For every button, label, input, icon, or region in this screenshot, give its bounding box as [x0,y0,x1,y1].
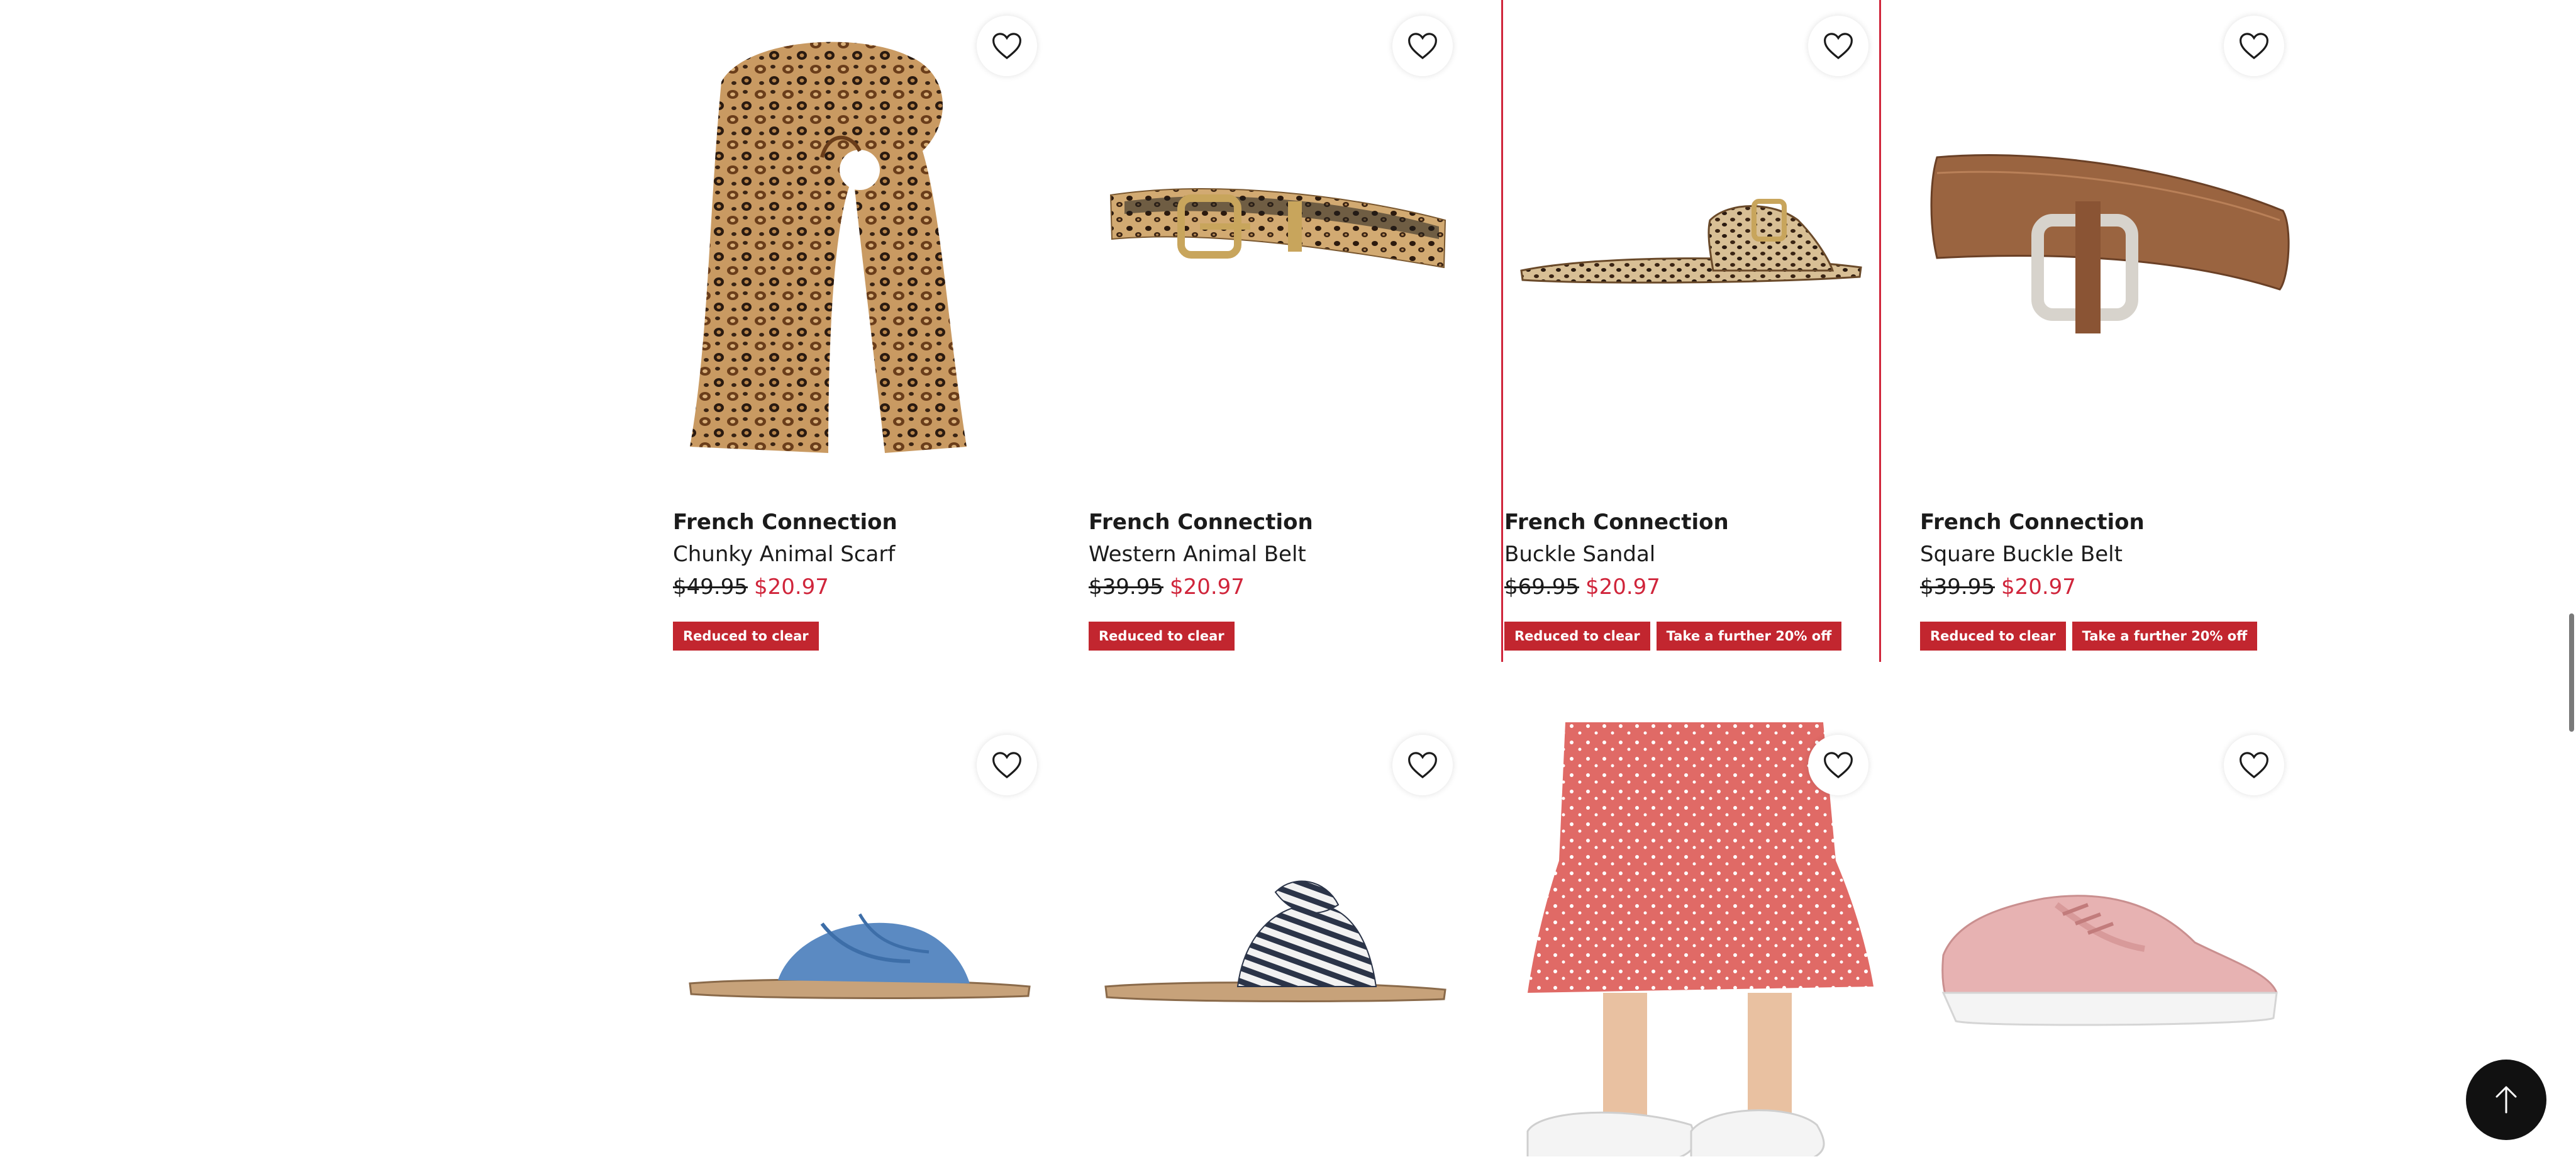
product-brand[interactable]: French Connection [1089,507,1466,537]
now-price: $20.97 [1169,574,1245,600]
product-image-leopard-belt[interactable] [1087,13,1464,466]
reduced-to-clear-badge: Reduced to clear [1089,622,1235,651]
product-brand[interactable]: French Connection [673,507,1050,537]
was-price: $49.95 [673,574,748,600]
further-discount-badge: Take a further 20% off [2072,622,2258,651]
badge-group: Reduced to clear Take a further 20% off [1920,622,2258,651]
favorite-button[interactable] [2224,735,2284,795]
product-brand[interactable]: French Connection [1920,507,2297,537]
product-image-buckle-sandal[interactable] [1502,13,1880,466]
heart-outline-icon [1408,752,1437,779]
reduced-to-clear-badge: Reduced to clear [1920,622,2066,651]
was-price: $39.95 [1089,574,1163,600]
product-price: $49.95 $20.97 [673,571,1050,603]
heart-outline-icon [1824,752,1853,779]
heart-outline-icon [2240,33,2268,60]
product-name[interactable]: Buckle Sandal [1504,537,1882,571]
favorite-button[interactable] [1392,16,1453,76]
product-info: French Connection Buckle Sandal $69.95 $2… [1504,507,1882,603]
product-image-striped-slide[interactable] [1087,735,1464,1169]
product-name[interactable]: Square Buckle Belt [1920,537,2297,571]
heart-outline-icon [1824,33,1853,60]
now-price: $20.97 [2001,574,2076,600]
product-brand[interactable]: French Connection [1504,507,1882,537]
favorite-button[interactable] [977,16,1037,76]
product-grid: French Connection Chunky Animal Scarf $4… [671,0,2290,1169]
product-info: French Connection Western Animal Belt $3… [1089,507,1466,603]
was-price: $39.95 [1920,574,1995,600]
product-info: French Connection Chunky Animal Scarf $4… [673,507,1050,603]
favorite-button[interactable] [977,735,1037,795]
product-image-denim-slide[interactable] [671,735,1048,1169]
product-image-pink-sneaker[interactable] [1918,735,2296,1169]
heart-outline-icon [992,33,1021,60]
product-name[interactable]: Western Animal Belt [1089,537,1466,571]
badge-group: Reduced to clear Take a further 20% off [1504,622,1842,651]
page-scrollbar[interactable] [2567,0,2576,1169]
was-price: $69.95 [1504,574,1579,600]
further-discount-badge: Take a further 20% off [1656,622,1842,651]
reduced-to-clear-badge: Reduced to clear [1504,622,1650,651]
now-price: $20.97 [1585,574,1660,600]
back-to-top-button[interactable] [2466,1060,2546,1140]
product-info: French Connection Square Buckle Belt $39… [1920,507,2297,603]
product-price: $39.95 $20.97 [1089,571,1466,603]
product-name[interactable]: Chunky Animal Scarf [673,537,1050,571]
now-price: $20.97 [753,574,829,600]
favorite-button[interactable] [1808,16,1868,76]
product-image-brown-belt[interactable] [1918,13,2296,466]
reduced-to-clear-badge: Reduced to clear [673,622,819,651]
favorite-button[interactable] [2224,16,2284,76]
heart-outline-icon [992,752,1021,779]
product-image-leopard-scarf[interactable] [671,13,1048,466]
product-price: $69.95 $20.97 [1504,571,1882,603]
scrollbar-thumb[interactable] [2569,613,2574,732]
favorite-button[interactable] [1808,735,1868,795]
heart-outline-icon [2240,752,2268,779]
badge-group: Reduced to clear [673,622,819,651]
arrow-up-icon [2496,1086,2517,1114]
heart-outline-icon [1408,33,1437,60]
favorite-button[interactable] [1392,735,1453,795]
product-price: $39.95 $20.97 [1920,571,2297,603]
badge-group: Reduced to clear [1089,622,1235,651]
